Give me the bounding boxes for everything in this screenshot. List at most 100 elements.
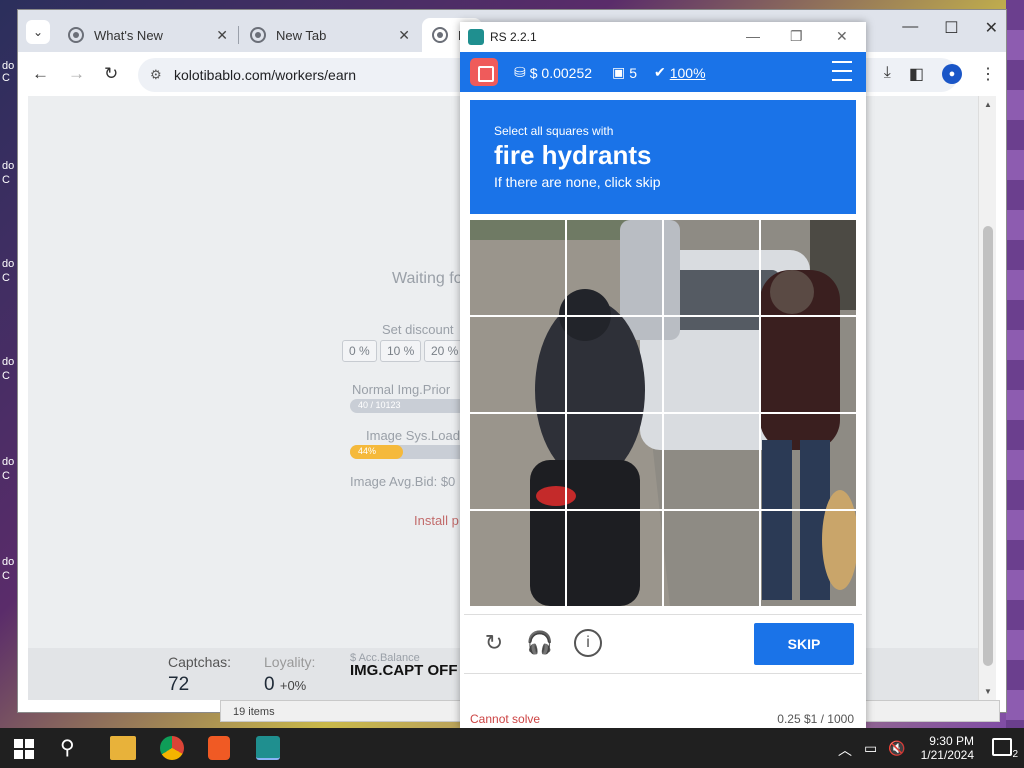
grid-cell-2[interactable] (567, 220, 663, 316)
grid-cell-4[interactable] (761, 220, 856, 316)
close-tab-icon[interactable]: ✕ (216, 27, 228, 44)
grid-cell-10[interactable] (567, 414, 663, 510)
captcha-footer: ↻ 🎧 i SKIP (464, 614, 862, 674)
tab-title: New Tab (276, 27, 327, 43)
url-text: kolotibablo.com/workers/earn (174, 67, 357, 83)
accuracy-value[interactable]: 100% (670, 65, 706, 81)
reload-icon[interactable]: ↻ (104, 64, 118, 84)
captchas-value: 72 (168, 674, 190, 695)
images-icon: ▣ (612, 64, 626, 80)
close-tab-icon[interactable]: ✕ (398, 27, 410, 44)
search-icon[interactable]: ⚲ (60, 736, 86, 760)
minimize-icon[interactable]: — (902, 18, 918, 38)
chrome-icon (250, 27, 266, 43)
desktop-wallpaper-strip (1006, 0, 1024, 728)
grid-cell-1[interactable] (470, 220, 566, 316)
grid-cell-11[interactable] (664, 414, 760, 510)
count-value: 5 (629, 64, 638, 81)
grid-cell-9[interactable] (470, 414, 566, 510)
stop-button[interactable] (470, 58, 498, 86)
kolotibablo-icon (432, 27, 448, 43)
tab-title: What's New (94, 27, 163, 43)
page-scrollbar[interactable]: ▲ ▼ (978, 96, 996, 700)
rs-extension-window: RS 2.2.1 — ❐ ✕ ⛁ $ 0.00252 ▣ 5 ✔ 100% Se… (460, 22, 866, 728)
file-explorer-icon[interactable] (110, 736, 136, 760)
check-circle-icon: ✔ (654, 64, 666, 80)
rs-header: ⛁ $ 0.00252 ▣ 5 ✔ 100% (460, 52, 866, 92)
grid-cell-12[interactable] (761, 414, 856, 510)
close-window-icon[interactable]: ✕ (836, 28, 848, 45)
more-menu-icon[interactable]: ⋮ (980, 64, 996, 84)
tab-separator (238, 26, 239, 44)
rs-app-icon (468, 29, 484, 45)
site-info-icon[interactable]: ⚙ (150, 58, 162, 92)
grid-cell-8[interactable] (761, 317, 856, 413)
captchas-label: Captchas: (168, 654, 232, 670)
set-discount-label: Set discount (382, 322, 454, 337)
back-icon[interactable]: ← (32, 64, 49, 84)
grid-cell-13[interactable] (470, 511, 566, 606)
taskbar: ⚲ ︿ ▭ 🔇 9:30 PM 1/21/2024 2 (0, 728, 1024, 768)
loyality-delta: +0% (279, 678, 307, 693)
side-panel-icon[interactable]: ◧ (909, 64, 924, 84)
tab-search-button[interactable]: ⌄ (26, 20, 50, 44)
headphones-icon[interactable]: 🎧 (526, 629, 554, 657)
discount-button-0[interactable]: 0 % (342, 340, 377, 362)
grid-divider (470, 509, 856, 511)
clock-date: 1/21/2024 (920, 748, 974, 762)
grid-cell-6[interactable] (567, 317, 663, 413)
scroll-up-icon[interactable]: ▲ (984, 100, 992, 109)
notification-center-icon[interactable]: 2 (992, 738, 1018, 760)
scroll-down-icon[interactable]: ▼ (984, 687, 992, 696)
grid-cell-7[interactable] (664, 317, 760, 413)
chrome-taskbar-icon[interactable] (160, 736, 184, 760)
normal-img-label: Normal Img.Prior (352, 382, 451, 397)
info-icon[interactable]: i (574, 629, 602, 657)
clock[interactable]: 9:30 PM 1/21/2024 (921, 734, 974, 762)
rate-info: 0.25 $1 / 1000 (777, 712, 854, 726)
install-link[interactable]: Install p (414, 513, 459, 528)
forward-icon[interactable]: → (68, 64, 85, 84)
chrome-icon (68, 27, 84, 43)
grid-cell-16[interactable] (761, 511, 856, 606)
clock-time: 9:30 PM (929, 734, 974, 748)
rs-app-taskbar-icon[interactable] (256, 736, 280, 760)
grid-divider (470, 315, 856, 317)
image-sys-load-label: Image Sys.Load (366, 428, 460, 443)
tab-new-tab[interactable]: New Tab ✕ (240, 18, 420, 52)
grid-divider (470, 412, 856, 414)
notification-count: 2 (1012, 749, 1018, 760)
captcha-image-grid (470, 220, 856, 606)
discount-button-10[interactable]: 10 % (380, 340, 422, 362)
tab-whats-new[interactable]: What's New ✕ (58, 18, 238, 52)
restore-icon[interactable]: ❐ (790, 28, 803, 45)
minimize-icon[interactable]: — (746, 28, 760, 44)
imgcapt-status: IMG.CAPT OFF (350, 662, 458, 679)
chevron-up-icon[interactable]: ︿ (838, 740, 852, 760)
normal-img-bar-text: 40 / 10123 (358, 400, 401, 410)
brave-icon[interactable] (208, 736, 230, 760)
grid-cell-15[interactable] (664, 511, 760, 606)
reload-icon[interactable]: ↻ (480, 629, 508, 657)
image-sys-load-bar-text: 44% (358, 446, 377, 456)
captcha-prompt: Select all squares with fire hydrants If… (470, 100, 856, 214)
scroll-thumb[interactable] (983, 226, 993, 666)
close-window-icon[interactable]: ✕ (985, 18, 998, 38)
windows-start-icon[interactable] (10, 736, 36, 760)
grid-cell-14[interactable] (567, 511, 663, 606)
profile-avatar-icon[interactable]: ● (942, 64, 962, 84)
grid-cell-3[interactable] (664, 220, 760, 316)
maximize-icon[interactable]: ☐ (944, 18, 958, 38)
window-controls: — ☐ ✕ (902, 18, 998, 38)
balance-value: $ 0.00252 (529, 64, 593, 81)
grid-cell-5[interactable] (470, 317, 566, 413)
accuracy-item[interactable]: ✔ 100% (654, 64, 706, 81)
volume-muted-icon[interactable]: 🔇 (888, 740, 905, 757)
skip-button[interactable]: SKIP (754, 623, 854, 665)
cannot-solve-button[interactable]: Cannot solve (470, 712, 540, 726)
captchas-stat: Captchas: 72 (168, 654, 231, 696)
rs-title: RS 2.2.1 (490, 30, 537, 44)
download-icon[interactable]: ⤓ (884, 64, 891, 84)
hamburger-menu-icon[interactable] (832, 61, 852, 88)
network-icon[interactable]: ▭ (864, 740, 877, 757)
